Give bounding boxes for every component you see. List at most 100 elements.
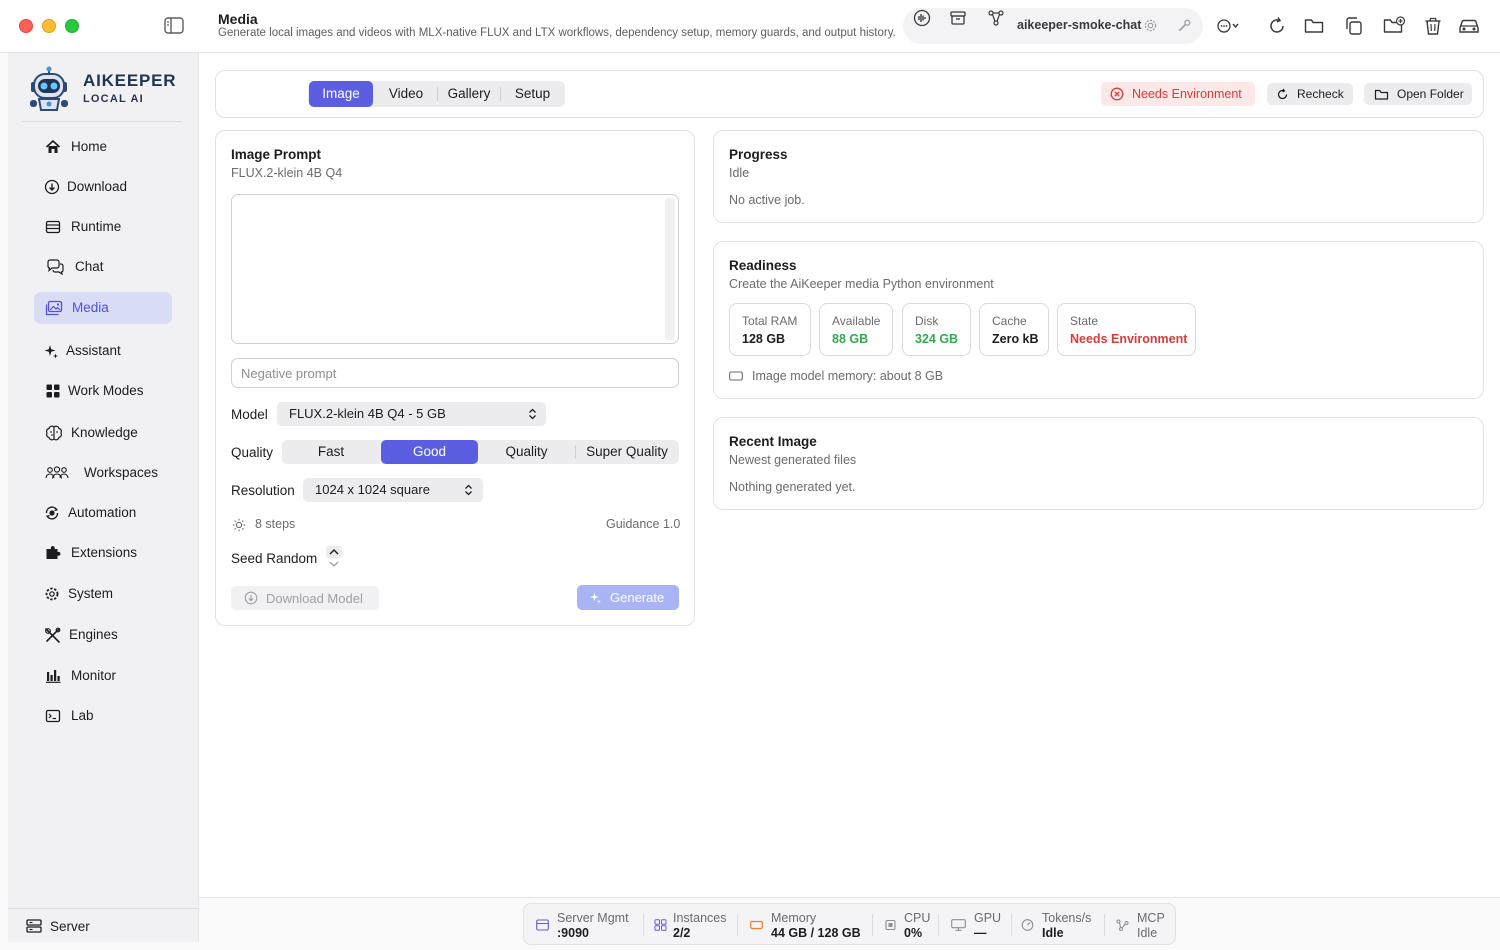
sidebar-footer-divider xyxy=(8,908,199,909)
sidebar-item-work-modes[interactable]: Work Modes xyxy=(34,375,172,407)
prompt-textarea[interactable] xyxy=(231,194,679,344)
tools-icon xyxy=(44,627,62,643)
sparkle-icon xyxy=(43,343,59,359)
window-minimize-button[interactable] xyxy=(42,19,56,33)
sidebar-item-assistant[interactable]: Assistant xyxy=(34,335,172,367)
sidebar-item-chat[interactable]: Chat xyxy=(34,251,172,283)
gear-icon xyxy=(44,586,60,602)
sidebar-item-label: Lab xyxy=(71,708,94,723)
generate-button[interactable]: Generate xyxy=(577,585,679,610)
seed-stepper[interactable] xyxy=(325,545,343,571)
trash-icon[interactable] xyxy=(1422,15,1444,37)
stat-label: State xyxy=(1070,314,1099,328)
status-instances[interactable]: Instances 2/2 xyxy=(644,904,736,946)
status-gpu[interactable]: GPU — xyxy=(939,904,1010,946)
sidebar-item-label: Work Modes xyxy=(68,383,144,398)
seed-label: Seed Random xyxy=(231,551,318,566)
folder-plus-icon[interactable] xyxy=(1382,15,1406,37)
quality-option-quality[interactable]: Quality xyxy=(478,440,575,464)
stat-value: 324 GB xyxy=(915,332,959,346)
recent-image-subtitle: Newest generated files xyxy=(729,453,857,467)
sidebar-item-download[interactable]: Download xyxy=(34,171,172,203)
tab-gallery[interactable]: Gallery xyxy=(438,81,500,107)
chevron-updown-icon xyxy=(464,484,473,496)
grid-icon xyxy=(654,919,667,931)
tab-image[interactable]: Image xyxy=(309,81,373,107)
sidebar-item-label: System xyxy=(68,586,114,601)
progress-message: No active job. xyxy=(729,193,805,207)
tab-video[interactable]: Video xyxy=(374,81,438,107)
sidebar-item-label: Home xyxy=(71,139,108,154)
sidebar-item-engines[interactable]: Engines xyxy=(34,619,172,651)
aikeeper-robot-logo xyxy=(27,66,71,112)
brand-tagline: LOCAL AI xyxy=(83,93,144,105)
profile-name[interactable]: aikeeper-smoke-chat xyxy=(1017,18,1141,32)
readiness-subtitle: Create the AiKeeper media Python environ… xyxy=(729,277,994,291)
refresh-icon[interactable] xyxy=(1266,15,1288,37)
status-memory[interactable]: Memory 44 GB / 128 GB xyxy=(738,904,871,946)
brain-icon xyxy=(45,425,63,441)
prompt-scrollbar[interactable] xyxy=(665,198,675,340)
model-select[interactable]: FLUX.2-klein 4B Q4 - 5 GB xyxy=(277,402,546,426)
sidebar-item-monitor[interactable]: Monitor xyxy=(34,660,172,692)
automation-icon xyxy=(44,505,60,521)
status-mcp[interactable]: MCP Idle xyxy=(1105,904,1175,946)
runtime-icon xyxy=(45,219,61,235)
status-value: :9090 xyxy=(557,926,589,940)
status-server-mgmt[interactable]: Server Mgmt :9090 xyxy=(524,904,642,946)
wrench-icon[interactable] xyxy=(1177,18,1192,33)
status-bar: Server Mgmt :9090 Instances 2/2 Memory 4… xyxy=(523,903,1176,945)
download-model-button[interactable]: Download Model xyxy=(231,586,379,610)
download-icon xyxy=(44,179,60,195)
display-icon xyxy=(951,919,966,931)
steps-value: 8 steps xyxy=(255,517,296,531)
resolution-select[interactable]: 1024 x 1024 square xyxy=(303,478,483,502)
window-zoom-button[interactable] xyxy=(65,19,79,33)
download-icon xyxy=(244,591,258,605)
open-folder-button[interactable]: Open Folder xyxy=(1364,83,1472,105)
quality-option-good[interactable]: Good xyxy=(381,440,478,464)
sidebar-item-knowledge[interactable]: Knowledge xyxy=(34,417,172,449)
status-value: 44 GB / 128 GB xyxy=(771,926,861,940)
sidebar-toggle-icon[interactable] xyxy=(164,17,184,34)
recheck-button[interactable]: Recheck xyxy=(1267,83,1353,105)
sidebar-item-label: Download xyxy=(67,179,128,194)
status-tokens[interactable]: Tokens/s Idle xyxy=(1012,904,1103,946)
sidebar-item-media[interactable]: Media xyxy=(34,292,172,324)
status-cpu[interactable]: CPU 0% xyxy=(873,904,937,946)
status-value: Idle xyxy=(1137,926,1158,940)
model-select-value: FLUX.2-klein 4B Q4 - 5 GB xyxy=(289,406,446,421)
sidebar-item-workspaces[interactable]: Workspaces xyxy=(34,457,172,489)
car-icon[interactable] xyxy=(1457,15,1481,37)
stat-total-ram: Total RAM 128 GB xyxy=(729,303,811,356)
stat-value: 88 GB xyxy=(832,332,869,346)
tab-setup[interactable]: Setup xyxy=(501,81,564,107)
sidebar-divider xyxy=(22,121,182,122)
sidebar-item-label: Assistant xyxy=(66,343,121,358)
more-menu-icon[interactable] xyxy=(1216,15,1239,37)
stat-cache: Cache Zero kB xyxy=(979,303,1049,356)
sidebar-item-automation[interactable]: Automation xyxy=(34,497,172,529)
network-icon[interactable] xyxy=(987,9,1005,27)
sparkle-icon xyxy=(589,591,602,604)
gear-icon[interactable] xyxy=(1143,18,1158,33)
copy-icon[interactable] xyxy=(1343,15,1365,37)
stat-label: Disk xyxy=(915,314,939,328)
sidebar-item-extensions[interactable]: Extensions xyxy=(34,537,172,569)
image-memory-note: Image model memory: about 8 GB xyxy=(752,369,944,383)
house-icon xyxy=(45,139,61,155)
server-icon[interactable] xyxy=(26,919,42,933)
waveform-icon[interactable] xyxy=(913,9,931,27)
window-close-button[interactable] xyxy=(19,19,33,33)
quality-option-fast[interactable]: Fast xyxy=(283,440,379,464)
archive-icon[interactable] xyxy=(949,9,967,27)
sidebar-item-runtime[interactable]: Runtime xyxy=(34,211,172,243)
terminal-icon xyxy=(45,708,61,724)
sidebar-item-lab[interactable]: Lab xyxy=(34,700,172,732)
quality-option-super-quality[interactable]: Super Quality xyxy=(576,440,678,464)
folder-icon[interactable] xyxy=(1303,15,1325,37)
sidebar-item-server[interactable]: Server xyxy=(50,919,90,934)
sidebar-item-home[interactable]: Home xyxy=(34,131,172,163)
recent-image-message: Nothing generated yet. xyxy=(729,480,856,494)
sidebar-item-system[interactable]: System xyxy=(34,578,172,610)
